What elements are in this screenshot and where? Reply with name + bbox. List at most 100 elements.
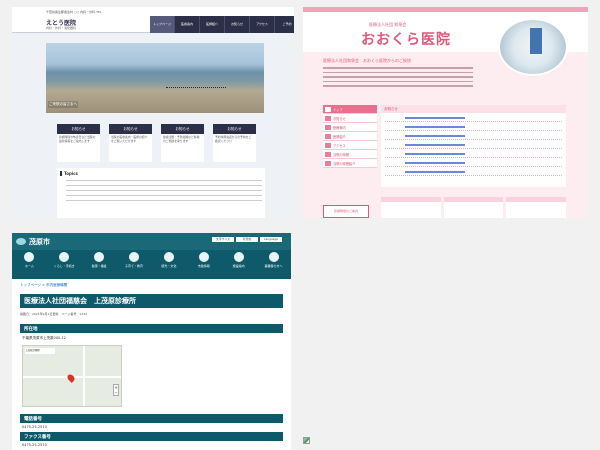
nav-item-home[interactable]: ホーム	[12, 252, 47, 268]
facility-icon	[233, 252, 244, 262]
address-text: 千葉県茂原市上茂原000-12	[22, 336, 66, 340]
hero-beach-image: ご来院の皆さまへ	[46, 43, 264, 113]
card-heading: お知らせ	[213, 124, 256, 134]
topics-line[interactable]	[66, 190, 262, 191]
news-item[interactable]	[385, 131, 562, 140]
info-card[interactable]: お知らせ 予約専用電話からの予約をご確認ください	[213, 124, 256, 162]
language-button[interactable]: Language	[260, 237, 282, 242]
nav-item-culture[interactable]: 観光・文化	[152, 252, 187, 268]
page-title: 医療法人社団福慈会 上茂原診療所	[20, 294, 283, 308]
map-callout: 上茂原診療所	[25, 348, 55, 354]
city-icon	[198, 252, 209, 262]
site-title[interactable]: おおくら医院	[361, 29, 451, 49]
bg-color-button[interactable]: 背景色	[236, 237, 258, 242]
info-cards: お知らせ 診療時間や休診日など当院の最新情報をご案内します お知らせ 当院の医療案内…	[57, 124, 256, 162]
bottom-info-boxes	[381, 197, 567, 218]
news-item[interactable]	[385, 167, 562, 176]
okura-clinic-screenshot: 医療法人社団 和泉会 おおくら医院 医療法人社団和泉会 おおくら医院からのご挨拶…	[303, 7, 588, 218]
topics-line[interactable]	[66, 185, 262, 186]
nav-label: くらし・手続き	[53, 264, 75, 268]
menu-item-access[interactable]: アクセス	[323, 141, 377, 150]
info-card[interactable]: お知らせ 当院の医療案内・医師の紹介をご覧いただけます	[109, 124, 152, 162]
welcome-heading: 医療法人社団和泉会 おおくら医院からのご挨拶	[323, 58, 411, 63]
text-size-button[interactable]: 文字サイズ	[212, 237, 234, 242]
section-phone: 電話番号	[20, 414, 283, 423]
breadcrumb[interactable]: トップページ > 市内医療機関	[20, 283, 67, 288]
menu-item-doctor[interactable]: 医師紹介	[323, 132, 377, 141]
news-box: お知らせ	[381, 105, 566, 187]
staff-figure	[530, 28, 542, 54]
home-icon	[24, 252, 35, 262]
health-icon	[94, 252, 105, 262]
nav-item-medical[interactable]: 医療案内	[175, 16, 200, 33]
nav-label: 施設案内	[232, 264, 245, 268]
menu-item-top[interactable]: トップ	[323, 105, 377, 114]
global-nav: トップページ 医療案内 医師紹介 お知らせ アクセス ご予約	[150, 16, 294, 33]
header-topline: 千葉県長生郡長生村 ○○ 内科・外科 TEL	[46, 10, 102, 14]
phone-number: 0475-25-2510	[22, 425, 47, 429]
card-heading: お知らせ	[57, 124, 100, 134]
nav-item-access[interactable]: アクセス	[250, 16, 275, 33]
city-logo-icon	[16, 238, 26, 245]
org-name: 医療法人社団 和泉会	[369, 22, 407, 27]
topics-line[interactable]	[66, 200, 262, 201]
broken-image-icon	[303, 437, 310, 444]
section-fax: ファクス番号	[20, 432, 283, 441]
topics-line[interactable]	[66, 180, 262, 181]
nav-item-news[interactable]: お知らせ	[225, 16, 250, 33]
nav-label: 観光・文化	[161, 264, 177, 268]
map-pin-icon[interactable]	[66, 373, 76, 383]
nav-label: 健康・福祉	[91, 264, 107, 268]
nav-item-business[interactable]: 事業者の方へ	[256, 252, 291, 268]
map-zoom-control[interactable]: + −	[113, 384, 119, 396]
map-road	[83, 346, 85, 406]
nav-label: ホーム	[24, 264, 34, 268]
menu-item-news[interactable]: お知らせ	[323, 114, 377, 123]
card-heading: お知らせ	[161, 124, 204, 134]
nav-item-top[interactable]: トップページ	[150, 16, 175, 33]
news-item[interactable]	[385, 113, 562, 122]
nav-item-reserve[interactable]: ご予約	[275, 16, 294, 33]
eto-clinic-screenshot: 千葉県長生郡長生村 ○○ 内科・外科 TEL えとう医院 内科・外科・消化器科 …	[12, 7, 294, 218]
nav-item-facility[interactable]: 施設案内	[221, 252, 256, 268]
news-item[interactable]	[385, 122, 562, 131]
hours-button[interactable]: 診療時間のご案内	[323, 205, 369, 218]
nav-item-life[interactable]: くらし・手続き	[47, 252, 82, 268]
side-menu: トップ お知らせ 医療案内 医師紹介 アクセス 当院の特徴 当院の特徴紹介	[323, 105, 377, 168]
card-text: 当院の医療案内・医師の紹介をご覧いただけます	[111, 135, 148, 143]
site-header: 千葉県長生郡長生村 ○○ 内科・外科 TEL えとう医院 内科・外科・消化器科 …	[12, 7, 294, 33]
menu-item-feature[interactable]: 当院の特徴	[323, 150, 377, 159]
menu-item-feature-intro[interactable]: 当院の特徴紹介	[323, 159, 377, 168]
nav-label: 市政情報	[197, 264, 210, 268]
news-item[interactable]	[385, 140, 562, 149]
topics-line[interactable]	[66, 195, 262, 196]
culture-icon	[163, 252, 174, 262]
topics-title: Topics	[60, 171, 262, 176]
nav-item-city[interactable]: 市政情報	[186, 252, 221, 268]
header-tools: 文字サイズ 背景色 Language	[212, 237, 282, 242]
life-icon	[59, 252, 70, 262]
google-map[interactable]: 上茂原診療所 + −	[22, 345, 122, 407]
nav-label: 事業者の方へ	[264, 264, 283, 268]
global-nav: ホーム くらし・手続き 健康・福祉 子育て・教育 観光・文化 市政情報 施設案内…	[12, 252, 291, 268]
welcome-text	[323, 67, 473, 90]
card-text: 診療時間や休診日など当院の最新情報をご案内します	[59, 135, 96, 143]
site-header: 医療法人社団 和泉会 おおくら医院	[303, 12, 588, 76]
info-card[interactable]: お知らせ 健康診断・予防接種など各種のご相談を承ります	[161, 124, 204, 162]
site-title[interactable]: 茂原市	[29, 237, 50, 247]
hero-people	[166, 87, 226, 91]
news-item[interactable]	[385, 158, 562, 167]
nav-item-doctor[interactable]: 医師紹介	[200, 16, 225, 33]
card-heading: お知らせ	[109, 124, 152, 134]
card-text: 予約専用電話からの予約をご確認ください	[215, 135, 252, 143]
nav-item-health[interactable]: 健康・福祉	[82, 252, 117, 268]
clinic-photo	[498, 18, 568, 76]
menu-item-medical[interactable]: 医療案内	[323, 123, 377, 132]
nav-label: 子育て・教育	[125, 264, 144, 268]
section-location: 所在地	[20, 324, 283, 333]
nav-item-child[interactable]: 子育て・教育	[117, 252, 152, 268]
child-icon	[129, 252, 140, 262]
hero-caption: ご来院の皆さまへ	[48, 101, 78, 108]
info-card[interactable]: お知らせ 診療時間や休診日など当院の最新情報をご案内します	[57, 124, 100, 162]
news-item[interactable]	[385, 149, 562, 158]
